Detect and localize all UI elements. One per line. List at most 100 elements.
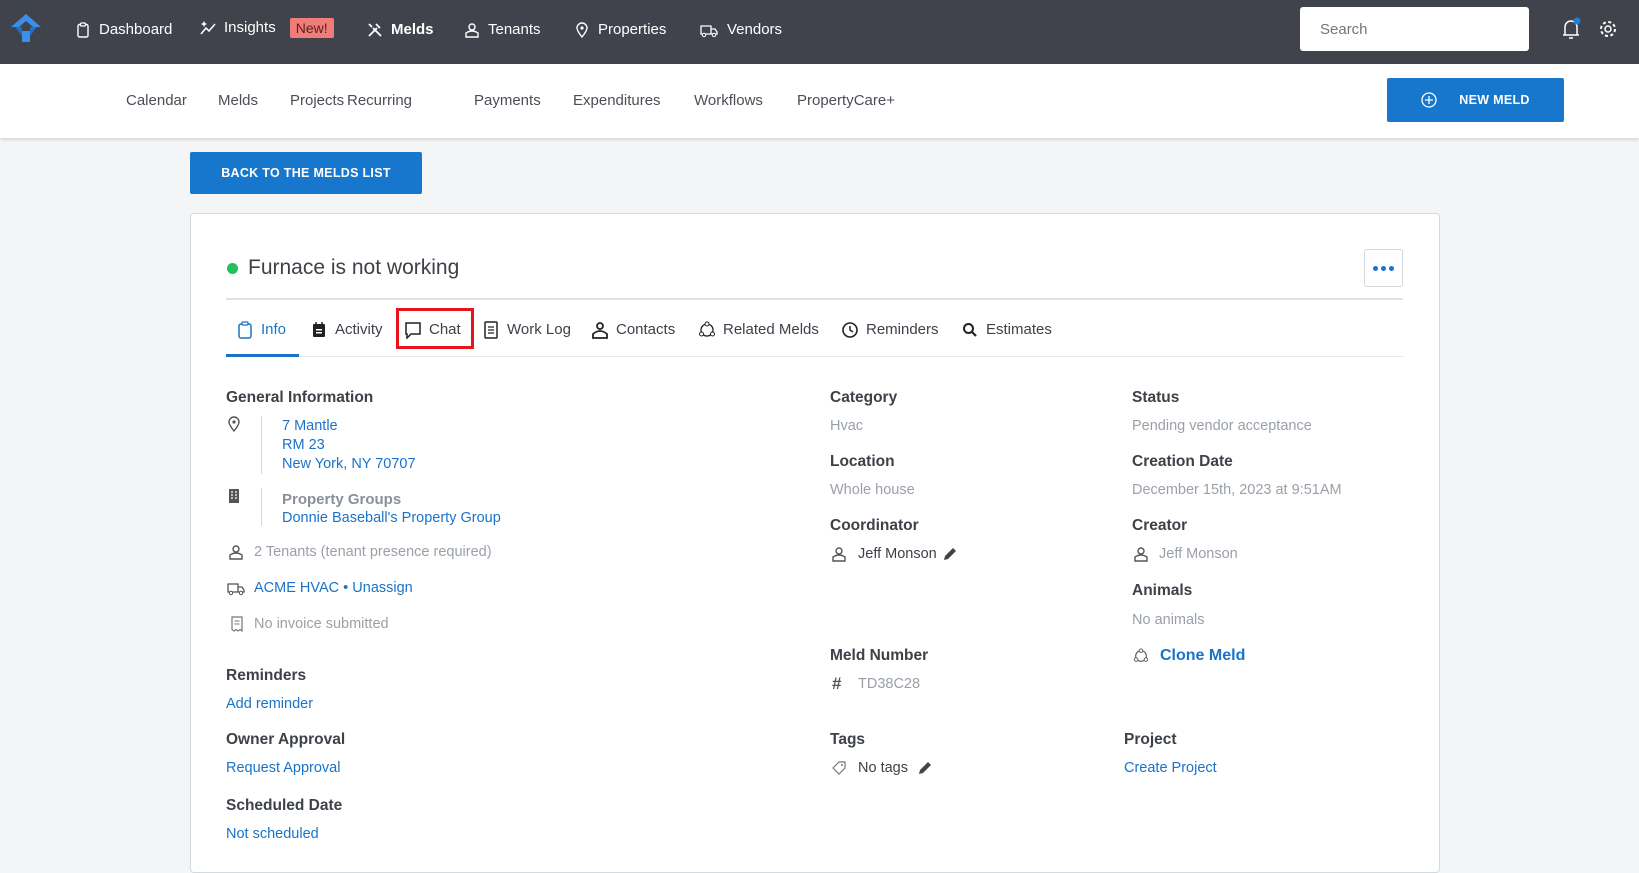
tag-icon bbox=[832, 761, 846, 775]
subnav-payments[interactable]: Payments bbox=[474, 91, 541, 111]
meld-number-value: TD38C28 bbox=[858, 676, 921, 692]
general-information-heading: General Information bbox=[226, 389, 374, 406]
person-icon bbox=[1134, 547, 1148, 562]
tab-work-log[interactable]: Work Log bbox=[482, 320, 571, 340]
create-project-link[interactable]: Create Project bbox=[1124, 758, 1217, 778]
status-heading: Status bbox=[1132, 389, 1180, 406]
invoice-text: No invoice submitted bbox=[254, 616, 389, 632]
location-heading: Location bbox=[830, 453, 895, 470]
clipboard-icon bbox=[238, 321, 252, 339]
map-pin-icon bbox=[228, 416, 240, 432]
status-dot bbox=[227, 263, 238, 274]
vendor-row: ACME HVAC • Unassign bbox=[254, 578, 413, 598]
subnav-projects[interactable]: Projects bbox=[290, 91, 344, 111]
nav-melds[interactable]: Melds bbox=[367, 20, 434, 40]
sub-navigation: Calendar Melds Projects Recurring Paymen… bbox=[0, 64, 1639, 138]
project-heading: Project bbox=[1124, 731, 1177, 748]
hash-icon: # bbox=[832, 674, 842, 693]
status-value: Pending vendor acceptance bbox=[1132, 418, 1312, 434]
subnav-expenditures[interactable]: Expenditures bbox=[573, 91, 661, 111]
property-divider bbox=[261, 488, 262, 526]
add-reminder-link[interactable]: Add reminder bbox=[226, 694, 313, 714]
gear-icon[interactable] bbox=[1598, 19, 1618, 39]
nav-dashboard[interactable]: Dashboard bbox=[75, 20, 172, 40]
creator-value: Jeff Monson bbox=[1159, 546, 1238, 562]
subnav-propertycare[interactable]: PropertyCare+ bbox=[797, 91, 895, 111]
person-icon bbox=[465, 23, 479, 38]
plus-circle-icon bbox=[1421, 92, 1437, 108]
tags-heading: Tags bbox=[830, 731, 866, 748]
coordinator-value: Jeff Monson bbox=[858, 546, 937, 562]
back-to-melds-button[interactable]: BACK TO THE MELDS LIST bbox=[190, 152, 422, 194]
nav-properties[interactable]: Properties bbox=[574, 20, 666, 40]
tabs-border bbox=[226, 356, 1403, 357]
property-group-link[interactable]: Donnie Baseball's Property Group bbox=[282, 508, 501, 528]
truck-icon bbox=[700, 25, 718, 38]
clone-icon bbox=[1133, 648, 1149, 662]
truck-icon bbox=[227, 583, 245, 596]
tab-chat[interactable]: Chat bbox=[404, 320, 461, 340]
location-value: Whole house bbox=[830, 482, 915, 498]
new-badge: New! bbox=[289, 18, 334, 38]
unassign-link[interactable]: Unassign bbox=[352, 580, 412, 596]
tools-icon bbox=[368, 23, 382, 37]
not-scheduled-link[interactable]: Not scheduled bbox=[226, 824, 319, 844]
subnav-melds[interactable]: Melds bbox=[218, 91, 258, 111]
search-input[interactable] bbox=[1300, 7, 1529, 51]
address-line-1[interactable]: 7 Mantle bbox=[282, 416, 338, 436]
tab-info[interactable]: Info bbox=[236, 320, 286, 340]
map-pin-icon bbox=[576, 22, 588, 38]
meld-title: Furnace is not working bbox=[248, 256, 460, 279]
top-navigation: Dashboard Insights New! Melds Tenants Pro… bbox=[0, 0, 1639, 64]
title-divider bbox=[226, 298, 1403, 300]
receipt-icon bbox=[231, 616, 243, 632]
vendor-link[interactable]: ACME HVAC bbox=[254, 580, 339, 596]
clock-icon bbox=[842, 322, 858, 338]
new-meld-button[interactable]: NEW MELD bbox=[1387, 78, 1564, 122]
tab-contacts[interactable]: Contacts bbox=[591, 320, 675, 340]
person-icon bbox=[229, 545, 243, 560]
search-icon bbox=[963, 323, 977, 337]
category-value: Hvac bbox=[830, 418, 864, 434]
tab-related-melds[interactable]: Related Melds bbox=[698, 320, 819, 340]
app-logo[interactable] bbox=[11, 14, 41, 42]
tab-estimates[interactable]: Estimates bbox=[961, 320, 1052, 340]
tab-activity[interactable]: Activity bbox=[310, 320, 383, 340]
nav-vendors[interactable]: Vendors bbox=[699, 20, 782, 40]
scheduled-date-heading: Scheduled Date bbox=[226, 797, 343, 814]
tenants-text: 2 Tenants (tenant presence required) bbox=[254, 544, 492, 560]
animals-heading: Animals bbox=[1132, 582, 1193, 599]
animals-value: No animals bbox=[1132, 612, 1205, 628]
address-line-2[interactable]: RM 23 bbox=[282, 435, 325, 455]
sparkle-chart-icon bbox=[200, 21, 216, 35]
request-approval-link[interactable]: Request Approval bbox=[226, 758, 340, 778]
coordinator-heading: Coordinator bbox=[830, 517, 919, 534]
nav-insights[interactable]: Insights New! bbox=[200, 18, 334, 38]
clipboard-icon bbox=[77, 22, 89, 38]
pencil-icon[interactable] bbox=[917, 760, 933, 776]
subnav-calendar[interactable]: Calendar bbox=[126, 91, 187, 111]
document-icon bbox=[484, 321, 498, 339]
building-icon bbox=[229, 489, 239, 503]
pencil-icon[interactable] bbox=[942, 546, 958, 562]
meld-number-heading: Meld Number bbox=[830, 647, 929, 664]
bell-icon[interactable] bbox=[1560, 17, 1582, 41]
calendar-icon bbox=[313, 322, 325, 337]
subnav-workflows[interactable]: Workflows bbox=[694, 91, 763, 111]
address-line-3[interactable]: New York, NY 70707 bbox=[282, 454, 416, 474]
person-icon bbox=[832, 547, 846, 562]
property-groups-label: Property Groups bbox=[282, 491, 402, 508]
active-tab-indicator bbox=[226, 354, 299, 357]
category-heading: Category bbox=[830, 389, 898, 406]
reminders-heading: Reminders bbox=[226, 667, 307, 684]
chat-bubble-icon bbox=[405, 322, 421, 339]
more-options-button[interactable] bbox=[1364, 249, 1403, 287]
subnav-recurring[interactable]: Recurring bbox=[347, 91, 412, 111]
owner-approval-heading: Owner Approval bbox=[226, 731, 346, 748]
tab-reminders[interactable]: Reminders bbox=[841, 320, 939, 340]
nav-tenants[interactable]: Tenants bbox=[464, 20, 541, 40]
clone-meld-link[interactable]: Clone Meld bbox=[1160, 646, 1245, 666]
contacts-icon bbox=[592, 322, 608, 339]
related-melds-icon bbox=[699, 321, 715, 337]
separator: • bbox=[343, 580, 349, 596]
